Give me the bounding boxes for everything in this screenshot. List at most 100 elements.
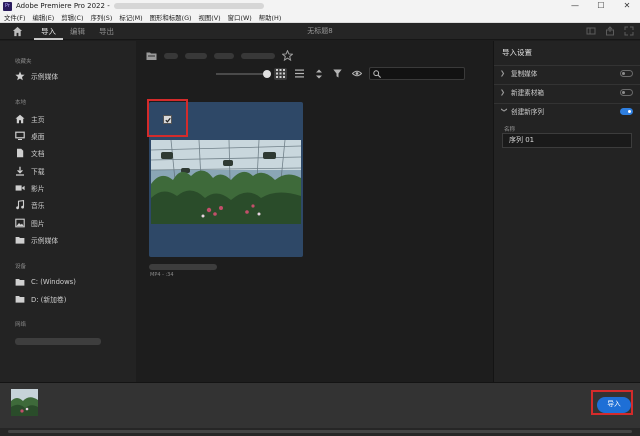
title-bar: Pr Adobe Premiere Pro 2022 - — ☐ ✕ [0,0,640,12]
sidebar-item-label: 示例媒体 [31,72,59,81]
chevron-right-icon: ❯ [500,69,506,77]
slider-knob[interactable] [263,69,271,78]
menu-clip[interactable]: 剪辑(C) [58,13,86,22]
sort-button[interactable] [312,68,325,80]
list-view-button[interactable] [293,68,306,80]
sidebar-item-music[interactable]: 音乐 [15,198,45,211]
horizontal-scrollbar[interactable] [8,430,632,433]
sidebar-item-home[interactable]: 主页 [15,112,45,125]
chevron-right-icon: ❯ [500,88,506,96]
quick-export-icon[interactable] [604,25,615,37]
option-label: 创建新序列 [511,108,544,116]
option-create-sequence[interactable]: ❯ 创建新序列 [494,103,640,118]
minimize-button[interactable]: — [562,0,588,12]
menu-help[interactable]: 帮助(H) [256,13,285,22]
sidebar-item-documents[interactable]: 文档 [15,146,45,159]
image-icon [15,218,25,227]
favorites-heading: 收藏夹 [15,59,32,65]
tab-edit[interactable]: 编辑 [63,23,92,40]
home-icon [15,114,25,123]
maximize-button[interactable]: ☐ [588,0,614,12]
grid-icon [276,69,285,78]
search-icon [373,69,381,78]
sort-icon [315,69,322,78]
filter-icon [333,69,342,78]
window-title-path-blurred [113,3,264,9]
sidebar-item-desktop[interactable]: 桌面 [15,129,45,142]
selected-clip-thumbnail[interactable] [11,389,38,416]
monitor-icon [15,131,25,140]
window-title: Adobe Premiere Pro 2022 - [16,2,110,10]
star-icon [15,71,25,80]
folder-icon[interactable] [146,51,157,61]
folder-icon [15,236,25,244]
tab-export[interactable]: 导出 [92,23,121,40]
video-icon [15,184,25,191]
breadcrumb-segment-blurred[interactable] [185,52,207,59]
menu-markers[interactable]: 标记(M) [116,13,145,22]
filter-button[interactable] [331,68,344,80]
import-settings-panel: 导入设置 ❯ 复制媒体 ❯ 新建素材箱 ❯ 创建新序列 名称 序列 01 [493,41,640,382]
copy-media-toggle[interactable] [620,69,633,77]
workspaces-icon[interactable] [585,26,596,37]
option-label: 复制媒体 [511,70,538,78]
option-new-bin[interactable]: ❯ 新建素材箱 [494,84,640,99]
search-input[interactable] [384,70,464,77]
menu-view[interactable]: 视图(V) [196,13,224,22]
thumbnail-size-slider[interactable] [216,68,271,80]
import-settings-title: 导入设置 [502,48,532,57]
clip-meta: MP4 - :34 [150,272,174,278]
sidebar-item-label: 影片 [31,184,45,193]
sequence-name-field[interactable]: 序列 01 [502,133,632,148]
network-location-blurred[interactable] [15,338,101,345]
sidebar-item-drive-c[interactable]: C: (Windows) [15,275,76,288]
menu-file[interactable]: 文件(F) [1,13,28,22]
drive-folder-icon [15,295,25,303]
location-sidebar: 收藏夹 示例媒体 本地 主页 桌面 文档 下载 影片 音乐 图片 示例媒体 设备… [0,41,136,382]
sidebar-item-videos[interactable]: 影片 [15,181,45,194]
create-sequence-toggle[interactable] [620,107,633,115]
sequence-name-label: 名称 [504,127,516,133]
breadcrumb-segment-blurred[interactable] [164,52,178,59]
document-icon [17,148,24,157]
sidebar-item-sample-media[interactable]: 示例媒体 [15,233,58,246]
list-icon [295,69,304,78]
import-bottom-bar: 导入 [0,382,640,428]
sidebar-item-label: C: (Windows) [31,277,76,286]
menu-graphics[interactable]: 图形和标题(G) [147,13,195,22]
grid-view-button[interactable] [274,67,287,80]
sidebar-item-pictures[interactable]: 图片 [15,216,45,229]
home-button[interactable] [0,23,34,40]
new-bin-toggle[interactable] [620,88,633,96]
chevron-down-icon: ❯ [500,107,508,113]
sidebar-item-label: 音乐 [31,201,45,210]
local-heading: 本地 [15,100,27,106]
sidebar-item-label: 文档 [31,149,45,158]
option-copy-media[interactable]: ❯ 复制媒体 [494,65,640,80]
visibility-button[interactable] [350,68,363,80]
sidebar-item-sample-media-favorite[interactable]: 示例媒体 [15,69,58,82]
star-outline-icon[interactable] [282,50,293,61]
sidebar-item-drive-d[interactable]: D: (新加卷) [15,292,66,305]
search-box[interactable] [369,67,465,80]
sidebar-item-label: 示例媒体 [31,236,59,245]
menu-window[interactable]: 窗口(W) [225,13,255,22]
sidebar-item-label: 桌面 [31,132,45,141]
workspace-header: 无标题8 导入 编辑 导出 [0,23,640,40]
sidebar-item-downloads[interactable]: 下载 [15,164,45,177]
browser-toolbar [216,67,465,80]
clip-filename-blurred [149,264,217,270]
sidebar-item-label: 图片 [31,219,45,228]
menu-sequence[interactable]: 序列(S) [88,13,116,22]
status-bar [0,428,640,436]
tab-import[interactable]: 导入 [34,23,63,40]
close-button[interactable]: ✕ [614,0,640,12]
breadcrumb-segment-blurred[interactable] [241,52,275,59]
breadcrumb-segment-blurred[interactable] [214,52,234,59]
clip-thumbnail [151,140,301,224]
menu-edit[interactable]: 编辑(E) [29,13,57,22]
download-icon [16,166,24,176]
option-label: 新建素材箱 [511,89,544,97]
premiere-app: Pr Adobe Premiere Pro 2022 - — ☐ ✕ 文件(F)… [0,0,640,436]
fullscreen-icon[interactable] [623,26,634,37]
